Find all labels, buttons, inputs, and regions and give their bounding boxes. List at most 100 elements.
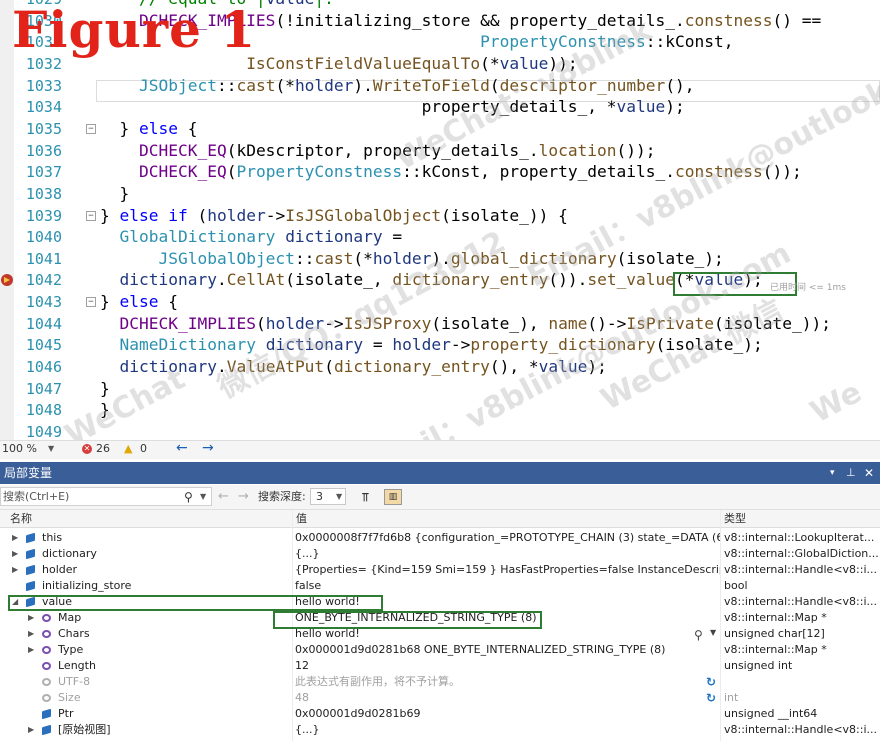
expander-icon[interactable]: ▶ [28, 610, 34, 626]
breakpoint-current-statement-icon[interactable] [1, 274, 13, 287]
property-icon [42, 630, 51, 638]
code-text: DCHECK_EQ(kDescriptor, property_details_… [138, 140, 656, 160]
variable-value[interactable]: false [295, 578, 720, 594]
code-line[interactable]: 1036 DCHECK_EQ(kDescriptor, property_det… [0, 140, 880, 162]
window-menu-icon[interactable]: ▾ [830, 462, 835, 484]
variable-type: bool [724, 579, 748, 592]
variable-type: v8::internal::Map * [724, 611, 827, 624]
locals-row[interactable]: Size 48 int [0, 690, 880, 706]
code-text: } [100, 400, 110, 420]
locals-row[interactable]: Length 12 unsigned int [0, 658, 880, 674]
code-editor[interactable]: 1029 // equal to |value|.1030 DCHECK_IMP… [0, 0, 880, 440]
code-line[interactable]: 1038 } [0, 183, 880, 205]
pin-icon[interactable]: ⊥ [846, 462, 856, 484]
code-line[interactable]: 1048} [0, 399, 880, 421]
variable-value[interactable]: {...} [295, 546, 720, 562]
property-icon [42, 646, 51, 654]
search-next-icon[interactable]: → [238, 485, 249, 509]
expander-icon[interactable]: ▶ [12, 530, 18, 546]
close-icon[interactable]: ✕ [864, 462, 874, 484]
code-line[interactable]: 1047} [0, 378, 880, 400]
code-line[interactable]: 1044 DCHECK_IMPLIES(holder->IsJSProxy(is… [0, 313, 880, 335]
code-line[interactable]: 1034 property_details_, *value); [0, 96, 880, 118]
visualizer-dropdown-icon[interactable]: ▼ [710, 628, 716, 637]
variable-value[interactable]: {Properties= {Kind=159 Smi=159 } HasFast… [295, 562, 720, 578]
variable-value[interactable]: 48 [295, 690, 720, 706]
expander-icon[interactable]: ▶ [28, 626, 34, 642]
locals-row[interactable]: ▶ holder {Properties= {Kind=159 Smi=159 } … [0, 562, 880, 578]
refresh-icon[interactable]: ↻ [706, 691, 716, 705]
line-number: 1039 [25, 206, 62, 225]
code-line[interactable]: 1039 −} else if (holder->IsJSGlobalObject… [0, 205, 880, 227]
refresh-icon[interactable]: ↻ [706, 675, 716, 689]
locals-row[interactable]: ▶ this 0x0000008f7f7fd6b8 {configuration_=… [0, 530, 880, 546]
expander-icon[interactable]: ▶ [28, 642, 34, 658]
view-toggle-icon[interactable]: ▥ [384, 489, 402, 505]
code-line[interactable]: 1033 JSObject::cast(*holder).WriteToFiel… [0, 75, 880, 97]
zoom-level[interactable]: 100 % [2, 441, 37, 457]
fold-toggle-icon[interactable]: − [86, 297, 96, 308]
locals-row[interactable]: initializing_store false bool [0, 578, 880, 594]
line-number: 1041 [25, 249, 62, 268]
filter-icon[interactable]: ⫪ [362, 485, 369, 509]
search-depth-value: 3 [316, 490, 323, 503]
code-text: dictionary.ValueAtPut(dictionary_entry()… [119, 357, 607, 377]
code-line[interactable]: 1035 − } else { [0, 118, 880, 140]
variable-value[interactable]: 此表达式有副作用，将不予计算。 [295, 674, 720, 690]
locals-row[interactable]: Ptr 0x000001d9d0281b69 unsigned __int64 [0, 706, 880, 722]
search-icon[interactable]: ⚲ [184, 485, 193, 509]
variable-value[interactable]: 0x0000008f7f7fd6b8 {configuration_=PROTO… [295, 530, 720, 546]
variable-name: initializing_store [42, 579, 132, 592]
search-dropdown-icon[interactable]: ▼ [200, 485, 206, 509]
locals-row[interactable]: ▶ [原始视图] {...} v8::internal::Handle<v8::i..… [0, 722, 880, 738]
expander-icon[interactable]: ▶ [28, 722, 34, 738]
variable-value[interactable]: 0x000001d9d0281b69 [295, 706, 720, 722]
column-type-header[interactable]: 类型 [724, 510, 746, 527]
warning-count[interactable]: 0 [140, 441, 147, 457]
line-number: 1046 [25, 358, 62, 377]
locals-window: 局部变量 ▾ ⊥ ✕ 搜索(Ctrl+E) ⚲ ▼ ← → 搜索深度: 3 ▼ … [0, 462, 880, 741]
variable-type: v8::internal::Map * [724, 643, 827, 656]
line-number: 1042 [25, 271, 62, 290]
variable-type: unsigned __int64 [724, 707, 818, 720]
zoom-dropdown-icon[interactable]: ▼ [48, 441, 54, 457]
figure-title: Figure 1 [12, 0, 257, 59]
code-text: DCHECK_EQ(PropertyConstness::kConst, pro… [138, 162, 802, 182]
expander-icon[interactable]: ▶ [12, 562, 18, 578]
variable-value[interactable]: 12 [295, 658, 720, 674]
locals-row[interactable]: ▶ Type 0x000001d9d0281b68 ONE_BYTE_INTERNA… [0, 642, 880, 658]
variable-name: Length [58, 659, 96, 672]
code-line[interactable]: 1046 dictionary.ValueAtPut(dictionary_en… [0, 356, 880, 378]
code-line[interactable]: 1040 GlobalDictionary dictionary = [0, 226, 880, 248]
line-number: 1045 [25, 336, 62, 355]
code-line[interactable]: 1041 JSGlobalObject::cast(*holder).globa… [0, 248, 880, 270]
variable-value[interactable]: {...} [295, 722, 720, 738]
variable-type: int [724, 691, 739, 704]
locals-row[interactable]: UTF-8 此表达式有副作用，将不予计算。 [0, 674, 880, 690]
fold-toggle-icon[interactable]: − [86, 123, 96, 134]
column-name-header[interactable]: 名称 [10, 510, 32, 527]
variable-name: dictionary [42, 547, 97, 560]
object-icon [26, 548, 35, 560]
variable-value[interactable]: 0x000001d9d0281b68 ONE_BYTE_INTERNALIZED… [295, 642, 720, 658]
code-text: property_details_, *value); [100, 97, 685, 117]
line-number: 1049 [25, 423, 62, 440]
text-visualizer-icon[interactable]: ⚲ [694, 628, 703, 642]
error-icon: ✕ [82, 444, 92, 454]
code-line[interactable]: 1045 NameDictionary dictionary = holder-… [0, 334, 880, 356]
navigate-back-icon[interactable]: ← [176, 441, 188, 456]
search-previous-icon[interactable]: ← [218, 485, 229, 509]
code-line[interactable]: 1037 DCHECK_EQ(PropertyConstness::kConst… [0, 161, 880, 183]
column-value-header[interactable]: 值 [296, 510, 307, 527]
search-depth-dropdown-icon[interactable]: ▼ [336, 485, 342, 509]
line-number: 1038 [25, 184, 62, 203]
navigate-forward-icon[interactable]: → [202, 441, 214, 456]
error-count[interactable]: 26 [96, 441, 110, 457]
code-line[interactable]: 1049 [0, 421, 880, 440]
fold-toggle-icon[interactable]: − [86, 210, 96, 221]
code-text: dictionary.CellAt(isolate_, dictionary_e… [119, 270, 763, 290]
code-text: GlobalDictionary dictionary = [119, 227, 403, 247]
locals-row[interactable]: ▶ dictionary {...} v8::internal::GlobalDict… [0, 546, 880, 562]
expander-icon[interactable]: ▶ [12, 546, 18, 562]
variable-name: Chars [58, 627, 90, 640]
